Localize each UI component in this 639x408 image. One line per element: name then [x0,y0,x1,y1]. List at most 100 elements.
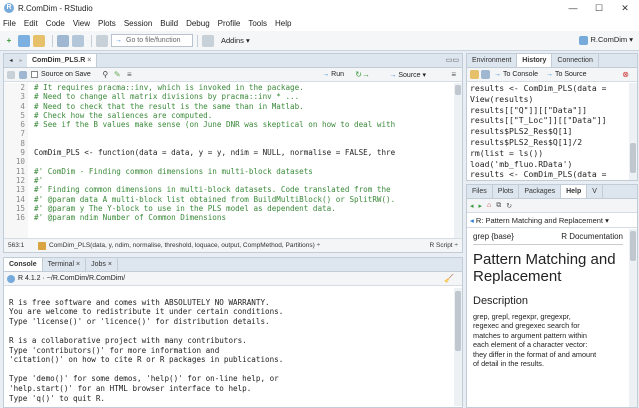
menu-code[interactable]: Code [46,19,65,28]
to-console-icon: → [494,71,501,78]
save-icon[interactable] [57,34,69,47]
outline-icon[interactable]: ≡ [451,70,456,79]
save-file-icon[interactable] [19,70,27,79]
line-number: 6 [20,120,25,130]
close-button[interactable]: ✕ [612,0,638,16]
show-in-window-icon[interactable] [7,70,15,79]
code-line: ComDim_PLS <- function(data = data, y = … [34,148,396,158]
maximize-pane-icon[interactable]: ▭▭ [446,56,459,64]
search-icon[interactable]: ⚲ [101,70,110,79]
history-item[interactable]: View(results) [467,94,628,105]
history-item[interactable]: results[["Q"]][["Data"]] [467,105,628,116]
forward-icon[interactable]: ▸ [17,57,25,65]
help-pane: Files Plots Packages Help V ◂ ▸ ⌂ ⧉ ↻ ◂ … [466,184,638,408]
help-header-row: grep {base} R Documentation [473,232,623,245]
tab-comdim-pls[interactable]: ComDim_PLS.R × [27,54,98,67]
console-output[interactable]: R is free software and comes with ABSOLU… [9,288,452,403]
save-history-icon[interactable] [481,70,490,79]
help-back-icon[interactable]: ◂ [470,202,474,210]
console-scrollbar[interactable] [454,288,462,406]
history-item[interactable]: results <- ComDim_PLS(data = [467,83,628,94]
maximize-button[interactable]: ☐ [586,0,612,16]
menu-edit[interactable]: Edit [24,19,38,28]
tab-viewer[interactable]: V [587,185,603,198]
save-all-icon[interactable] [72,34,84,47]
line-number: 12 [15,175,25,185]
console-line: Type 'license()' or 'licence()' for dist… [9,316,270,326]
tab-terminal[interactable]: Terminal × [43,258,87,271]
clear-console-icon[interactable]: 🧹 [444,274,454,283]
menu-tools[interactable]: Tools [248,19,267,28]
code-editor[interactable]: 2 3 4 5 6 7 8 9 10 11 12 13 14 15 16 # It requires pra… [4,83,456,238]
tab-files[interactable]: Files [467,185,493,198]
project-menu[interactable]: R.ComDim ▾ [579,35,633,45]
help-scroll-thumb[interactable] [630,231,636,261]
print-icon[interactable] [96,34,108,47]
source-on-save-checkbox[interactable] [31,71,38,78]
function-navigator[interactable]: ComDim_PLS(data, y, ndim, normalise, thr… [49,239,320,252]
tab-help[interactable]: Help [561,185,588,198]
menu-session[interactable]: Session [124,19,152,28]
code-lines: # It requires pracma::inv, which is invo… [34,83,456,222]
line-number-gutter: 2 3 4 5 6 7 8 9 10 11 12 13 14 15 16 [4,83,28,238]
menu-help[interactable]: Help [275,19,291,28]
new-project-icon[interactable] [18,34,30,47]
editor-scroll-thumb[interactable] [455,85,461,95]
minimize-button[interactable]: — [560,0,586,16]
code-line: # Need to check that the result is the s… [34,101,304,111]
load-history-icon[interactable] [470,70,479,79]
new-file-icon[interactable]: + [3,35,15,47]
history-item[interactable]: results$PLS2_Res$Q[1]/2 [467,137,628,148]
to-source-icon: → [546,71,554,78]
tab-plots[interactable]: Plots [493,185,520,198]
to-source-button[interactable]: To Source [555,71,587,78]
open-file-icon[interactable] [33,34,45,47]
history-item[interactable]: rm(list = ls()) [467,148,628,159]
file-type-menu[interactable]: R Script ÷ [430,239,459,252]
history-list[interactable]: results <- ComDim_PLS(data = View(results… [467,83,628,180]
help-home-icon[interactable]: ⌂ [487,202,491,209]
code-tools-icon[interactable]: ✎ [113,70,122,79]
pane-layout-icon[interactable] [202,34,214,47]
tab-connections[interactable]: Connection [552,54,599,67]
help-forward-icon[interactable]: ▸ [479,202,483,210]
menu-view[interactable]: View [73,19,90,28]
addins-menu[interactable]: Addins ▾ [221,36,250,45]
history-item[interactable]: results$PLS2_Res$Q[1] [467,126,628,137]
source-button[interactable]: → Source ▾ [389,71,426,79]
tab-packages[interactable]: Packages [519,185,562,198]
compile-report-icon[interactable]: ≡ [125,70,134,79]
tab-console[interactable]: Console [4,258,43,271]
tab-environment[interactable]: Environment [467,54,518,67]
menu-file[interactable]: File [3,19,16,28]
console-line: R is free software and comes with ABSOLU… [9,297,270,307]
back-icon[interactable]: ◂ [7,57,15,65]
history-item[interactable]: results <- ComDim_PLS(data = [467,169,628,180]
editor-scrollbar[interactable] [454,83,462,238]
menu-build[interactable]: Build [160,19,178,28]
console-line: Type 'demo()' for some demos, 'help()' f… [9,374,279,384]
history-item[interactable]: load('mb_fluo.RData') [467,159,628,170]
tab-history[interactable]: History [517,54,553,67]
history-scrollbar[interactable] [629,83,637,180]
menu-profile[interactable]: Profile [218,19,241,28]
help-title: Pattern Matching and Replacement [473,251,616,285]
help-popout-icon[interactable]: ⧉ [496,202,501,210]
console-scroll-thumb[interactable] [455,291,461,351]
to-console-button[interactable]: To Console [503,71,538,78]
console-working-dir[interactable]: R 4.1.2 · ~/R.ComDim/R.ComDim/ [18,275,125,282]
run-button[interactable]: → Run [322,71,344,78]
menu-plots[interactable]: Plots [98,19,116,28]
re-run-icon[interactable]: ↻→ [355,70,370,79]
help-topic-select[interactable]: ◂ R: Pattern Matching and Replacement ▾ [467,214,637,228]
help-scrollbar[interactable] [629,229,637,407]
history-scroll-thumb[interactable] [630,143,636,173]
help-refresh-icon[interactable]: ↻ [506,202,512,210]
history-item[interactable]: results[["T_Loc"]][["Data"]] [467,115,628,126]
menu-debug[interactable]: Debug [186,19,210,28]
tab-jobs[interactable]: Jobs × [86,258,118,271]
goto-file-input[interactable]: Go to file/function [111,34,193,47]
clear-history-icon[interactable]: ⊗ [622,70,629,79]
close-tab-icon[interactable]: × [87,57,91,64]
environment-pane: Environment History Connection → To Cons… [466,53,638,181]
